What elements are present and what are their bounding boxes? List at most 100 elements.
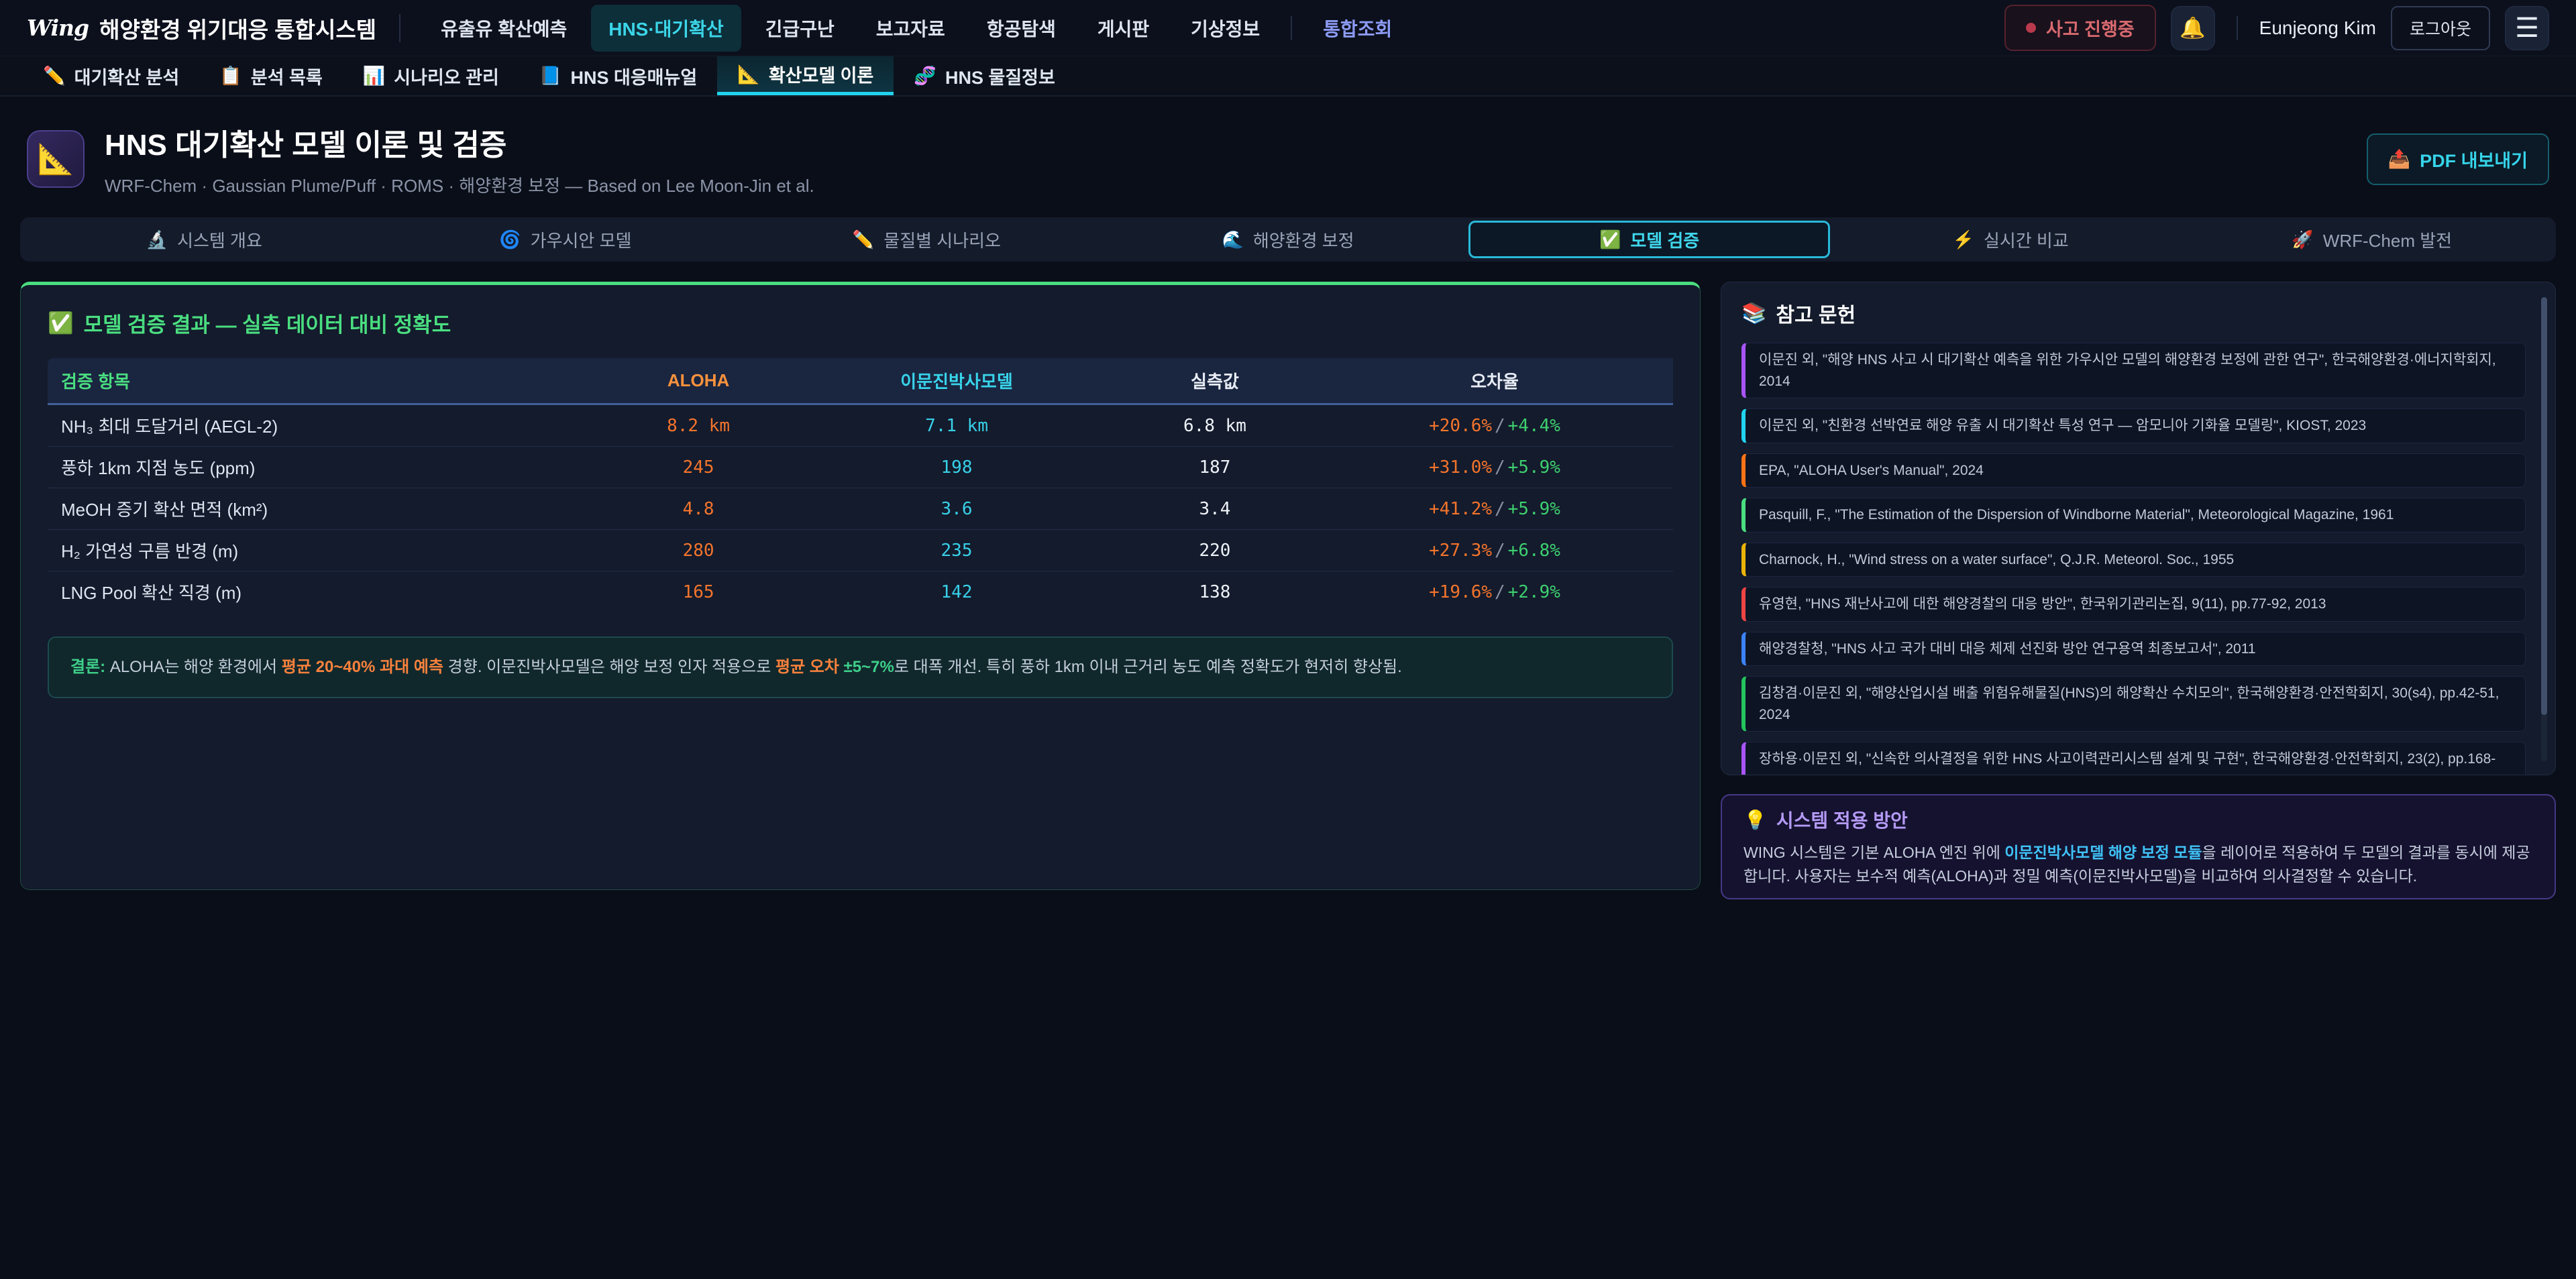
nav-item-HNS·대기확산[interactable]: HNS·대기확산 [591,5,741,52]
application-title: 💡 시스템 적용 방안 [1743,806,2533,833]
error-rate-value: +19.6%/+2.9% [1316,571,1673,613]
row-item-label: LNG Pool 확산 직경 (m) [48,571,597,613]
tab-WRF-Chem 발전[interactable]: 🚀 WRF-Chem 발전 [2191,221,2553,258]
scrollbar-thumb[interactable] [2541,297,2547,715]
subnav-label: 시나리오 관리 [394,63,499,89]
aloha-error: +20.6% [1429,416,1492,436]
tab-label: WRF-Chem 발전 [2323,227,2452,252]
reference-item[interactable]: 해양경찰청, "HNS 사고 국가 대비 대응 체제 선진화 방안 연구용역 최… [1741,632,2526,667]
conclusion-note: 결론: ALOHA는 해양 환경에서 평균 20~40% 과대 예측 경향. 이… [48,636,1673,698]
right-column: 📚 참고 문헌 이문진 외, "해양 HNS 사고 시 대기확산 예측을 위한 … [1721,282,2556,899]
measured-value: 220 [1114,530,1316,571]
wave-icon: 🌊 [1222,229,1243,250]
reference-item[interactable]: 장하용·이문진 외, "신속한 의사결정을 위한 HNS 사고이력관리시스템 설… [1741,742,2526,775]
reference-item[interactable]: Charnock, H., "Wind stress on a water su… [1741,543,2526,577]
subnav-item-확산모델 이론[interactable]: 📐확산모델 이론 [717,56,894,95]
error-rate-value: +31.0%/+5.9% [1316,447,1673,488]
conclusion-text: 평균 20~40% 과대 예측 [282,658,443,676]
subnav-label: 대기확산 분석 [74,63,180,89]
nav-item-항공탐색[interactable]: 항공탐색 [969,5,1073,52]
nav-item-통합조회[interactable]: 통합조회 [1305,5,1409,52]
pencil-icon: ✏️ [853,229,874,250]
pdf-export-button[interactable]: 📤 PDF 내보내기 [2367,133,2550,185]
validation-table: 검증 항목ALOHA이문진박사모델실측값오차율 NH₃ 최대 도달거리 (AEG… [48,358,1673,612]
page-title-block: HNS 대기확산 모델 이론 및 검증 WRF-Chem · Gaussian … [105,121,814,197]
main-content: ✅ 모델 검증 결과 — 실측 데이터 대비 정확도 검증 항목ALOHA이문진… [0,262,2576,920]
reference-item[interactable]: 이문진 외, "친환경 선박연료 해양 유출 시 대기확산 특성 연구 — 암모… [1741,408,2526,443]
subnav-label: 분석 목록 [251,63,323,89]
tab-해양환경 보정[interactable]: 🌊해양환경 보정 [1108,221,1469,258]
incident-dot-icon [2026,23,2036,33]
clipboard-icon: 📋 [219,65,242,87]
reference-item[interactable]: 유영현, "HNS 재난사고에 대한 해양경찰의 대응 방안", 한국위기관리논… [1741,587,2526,622]
error-rate-value: +20.6%/+4.4% [1316,404,1673,447]
reference-item[interactable]: Pasquill, F., "The Estimation of the Dis… [1741,498,2526,533]
lee-model-value: 198 [800,447,1114,488]
measured-value: 187 [1114,447,1316,488]
incident-status-badge: 사고 진행중 [2004,5,2156,51]
lightning-icon: ⚡ [1953,229,1974,250]
lee-model-error: +6.8% [1508,541,1560,561]
error-separator: / [1492,457,1508,478]
rocket-icon: 🚀 [2292,229,2313,250]
incident-status-label: 사고 진행중 [2046,15,2135,41]
subnav-item-HNS 물질정보[interactable]: 🧬HNS 물질정보 [894,56,1075,95]
section-tab-bar: 🔬시스템 개요🌀가우시안 모델✏️물질별 시나리오🌊해양환경 보정✅모델 검증⚡… [20,217,2556,262]
menu-button[interactable]: ☰ [2505,6,2549,50]
module-subnav: ✏️ 대기확산 분석 📋 분석 목록 📊시나리오 관리📘HNS 대응매뉴얼📐확산모델 이… [0,56,2576,97]
nav-item-기상정보[interactable]: 기상정보 [1173,5,1277,52]
references-title: 📚 참고 문헌 [1741,298,2526,328]
conclusion-text: ±5~7% [844,658,894,676]
pencil-icon: ✏️ [43,65,66,87]
table-row: LNG Pool 확산 직경 (m)165142138+19.6%/+2.9% [48,571,1673,613]
nav-item-보고자료[interactable]: 보고자료 [859,5,963,52]
measured-value: 3.4 [1114,488,1316,530]
lee-model-value: 3.6 [800,488,1114,530]
nav-item-유출유 확산예측[interactable]: 유출유 확산예측 [423,5,584,52]
reference-list: 이문진 외, "해양 HNS 사고 시 대기확산 예측을 위한 가우시안 모델의… [1741,343,2526,775]
bell-icon: 🔔 [2180,15,2206,40]
scrollbar-track[interactable] [2541,297,2547,761]
reference-item[interactable]: EPA, "ALOHA User's Manual", 2024 [1741,453,2526,488]
table-row: MeOH 증기 확산 면적 (km²)4.83.63.4+41.2%/+5.9% [48,488,1673,530]
pdf-export-label: PDF 내보내기 [2420,146,2528,172]
tab-label: 실시간 비교 [1984,227,2069,252]
logout-button[interactable]: 로그아웃 [2391,6,2490,50]
row-item-label: MeOH 증기 확산 면적 (km²) [48,488,597,530]
table-row: H₂ 가연성 구름 반경 (m)280235220+27.3%/+6.8% [48,530,1673,571]
subnav-item-분석 목록[interactable]: 📋 분석 목록 [199,56,343,95]
subnav-item-HNS 대응매뉴얼[interactable]: 📘HNS 대응매뉴얼 [519,56,717,95]
tab-모델 검증[interactable]: ✅모델 검증 [1468,221,1830,258]
notifications-button[interactable]: 🔔 [2171,6,2215,50]
tab-물질별 시나리오[interactable]: ✏️물질별 시나리오 [746,221,1108,258]
page-header: 📐 HNS 대기확산 모델 이론 및 검증 WRF-Chem · Gaussia… [0,97,2576,215]
validation-panel: ✅ 모델 검증 결과 — 실측 데이터 대비 정확도 검증 항목ALOHA이문진… [20,282,1701,890]
column-header-오차율: 오차율 [1316,358,1673,404]
check-icon: ✅ [1599,229,1621,250]
page-title-icon: 📐 [27,130,85,188]
tab-실시간 비교[interactable]: ⚡ 실시간 비교 [1830,221,2192,258]
subnav-label: HNS 물질정보 [945,63,1055,89]
hamburger-icon: ☰ [2515,15,2539,42]
nav-item-긴급구난[interactable]: 긴급구난 [748,5,852,52]
column-header-실측값: 실측값 [1114,358,1316,404]
subnav-item-시나리오 관리[interactable]: 📊시나리오 관리 [343,56,519,95]
application-panel: 💡 시스템 적용 방안 WING 시스템은 기본 ALOHA 엔진 위에 이문진… [1721,794,2556,899]
application-text: WING 시스템은 기본 ALOHA 엔진 위에 [1743,844,2004,861]
export-icon: 📤 [2388,148,2411,170]
measured-value: 138 [1114,571,1316,613]
application-text: 이문진박사모델 해양 보정 모듈 [2004,844,2202,861]
user-name: Eunjeong Kim [2259,17,2376,39]
app-logo[interactable]: Wing 해양환경 위기대응 통합시스템 [27,12,376,44]
lee-model-value: 142 [800,571,1114,613]
page-subtitle: WRF-Chem · Gaussian Plume/Puff · ROMS · … [105,172,814,197]
bulb-icon: 💡 [1743,809,1767,831]
tab-시스템 개요[interactable]: 🔬시스템 개요 [23,221,385,258]
reference-item[interactable]: 김창겸·이문진 외, "해양산업시설 배출 위험유해물질(HNS)의 해양확산 … [1741,676,2526,732]
reference-item[interactable]: 이문진 외, "해양 HNS 사고 시 대기확산 예측을 위한 가우시안 모델의… [1741,343,2526,398]
nav-item-게시판[interactable]: 게시판 [1080,5,1167,52]
logo-title: 해양환경 위기대응 통합시스템 [99,12,376,44]
page-title: HNS 대기확산 모델 이론 및 검증 [105,121,814,164]
tab-가우시안 모델[interactable]: 🌀가우시안 모델 [385,221,747,258]
subnav-item-대기확산 분석[interactable]: ✏️ 대기확산 분석 [23,56,199,95]
